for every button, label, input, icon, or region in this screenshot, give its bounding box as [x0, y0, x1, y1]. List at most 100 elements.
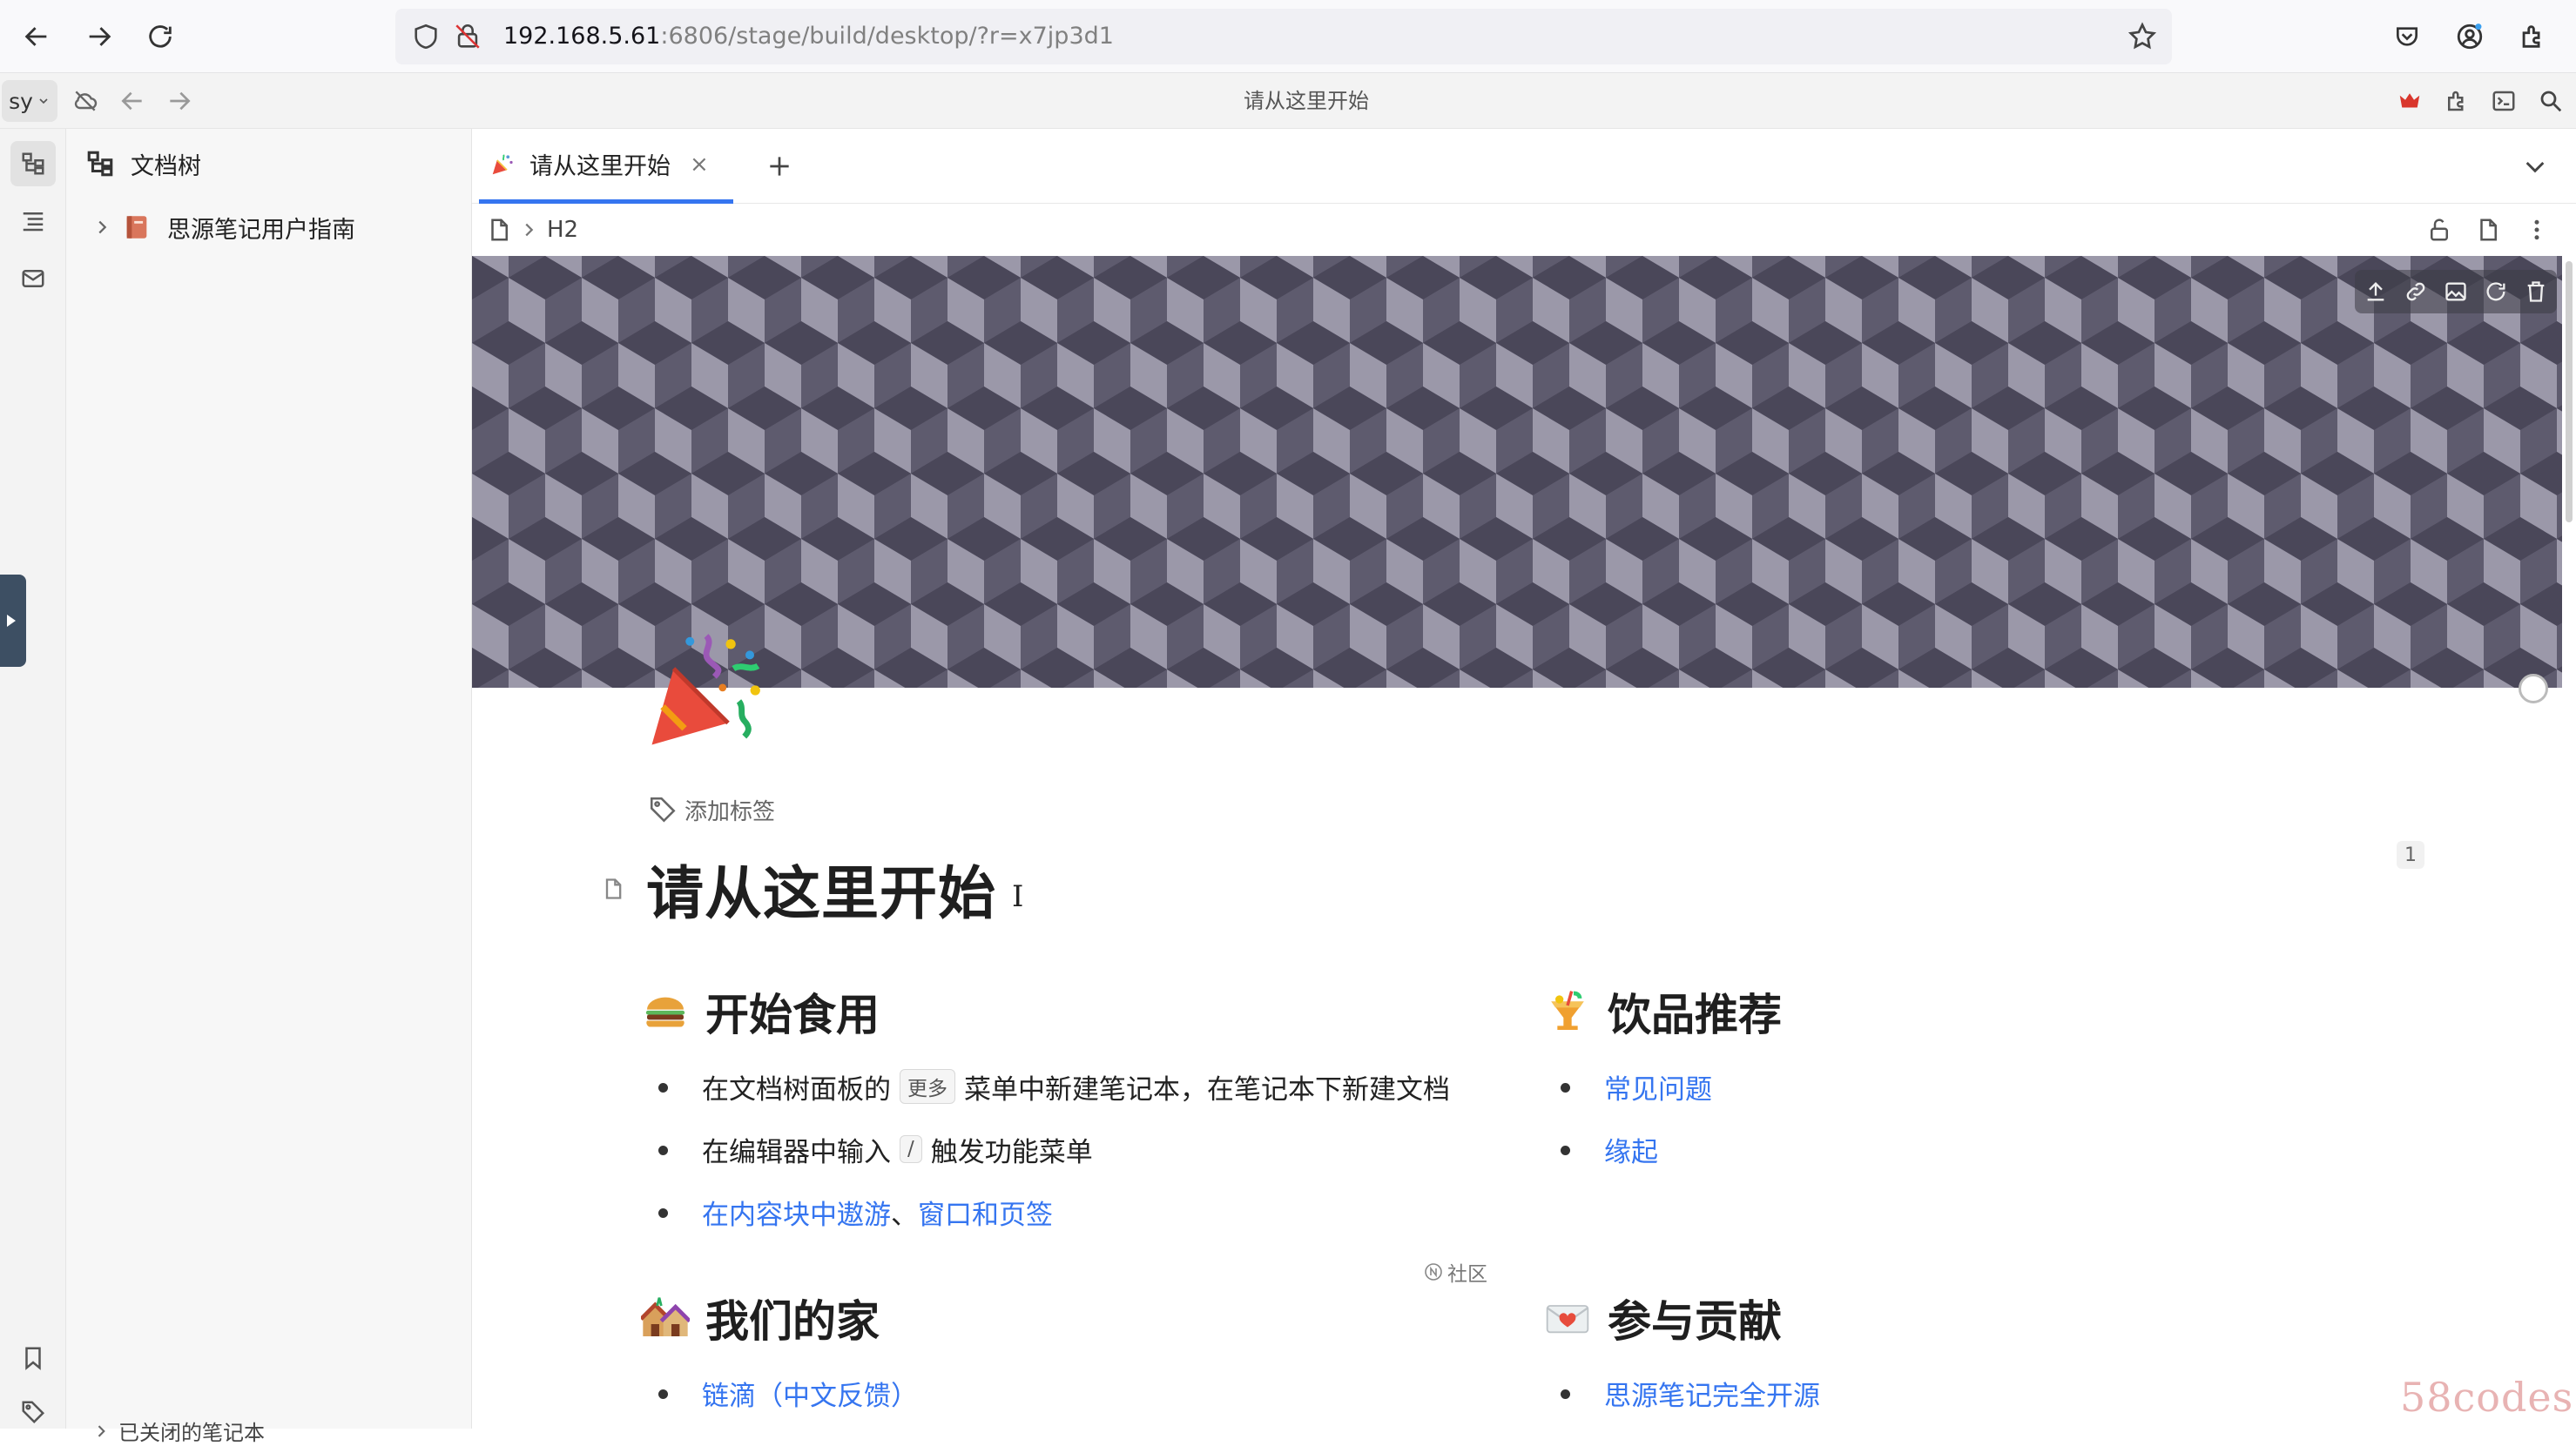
breadcrumb-current[interactable]: H2: [547, 217, 578, 243]
chevron-right-icon: [98, 1424, 105, 1437]
tab-start-here[interactable]: 请从这里开始 ×: [479, 129, 733, 204]
inbox-dock-icon[interactable]: [10, 256, 56, 301]
browser-toolbar: 192.168.5.61:6806/stage/build/desktop/?r…: [0, 0, 2576, 73]
forward-icon[interactable]: [80, 17, 118, 56]
section-start: 开始食用 在文档树面板的 更多 菜单中新建笔记本，在笔记本下新建文档 在编辑器中…: [641, 977, 1450, 1243]
party-popper-icon: [651, 634, 760, 745]
link-open-source[interactable]: 思源笔记完全开源: [1604, 1374, 1820, 1413]
unlock-icon[interactable]: [2426, 217, 2452, 243]
app-titlebar: sy 请从这里开始: [0, 73, 2576, 129]
heading-contribute[interactable]: 参与贡献: [1543, 1283, 1820, 1353]
scrollbar-thumb[interactable]: [2566, 261, 2573, 522]
address-bar[interactable]: 192.168.5.61:6806/stage/build/desktop/?r…: [395, 9, 2172, 64]
tag-icon: [650, 797, 676, 823]
sync-cloud-icon[interactable]: [71, 87, 99, 115]
doc-info-icon[interactable]: [2475, 217, 2501, 243]
shield-icon[interactable]: [411, 22, 441, 51]
doc-tree-dock-icon[interactable]: [10, 141, 56, 186]
doc-tree-header: 文档树: [85, 145, 201, 183]
breadcrumb: H2: [486, 211, 578, 249]
list-home: 链滴（中文反馈）: [641, 1362, 918, 1424]
link-icon[interactable]: [2404, 279, 2428, 304]
floating-panel-handle[interactable]: [0, 575, 26, 667]
url-text[interactable]: 192.168.5.61:6806/stage/build/desktop/?r…: [503, 9, 1114, 64]
list-item[interactable]: 在编辑器中输入 / 触发功能菜单: [641, 1118, 1450, 1180]
tab-list-chevron-icon[interactable]: [2513, 145, 2557, 188]
workspace-button[interactable]: sy: [2, 80, 57, 122]
houses-icon: [641, 1297, 690, 1336]
tag-dock-icon[interactable]: [10, 1389, 56, 1435]
notebook-item[interactable]: 思源笔记用户指南: [92, 207, 355, 247]
doc-title-row: 请从这里开始: [601, 850, 996, 928]
love-letter-icon: [1546, 1305, 1589, 1334]
list-contribute: 思源笔记完全开源: [1543, 1362, 1820, 1424]
community-icon: [1425, 1263, 1442, 1281]
section-home: 我们的家 链滴（中文反馈）: [641, 1283, 918, 1424]
insecure-lock-icon[interactable]: [453, 22, 482, 51]
image-icon[interactable]: [2444, 279, 2468, 304]
ibeam-cursor: I: [1012, 879, 1024, 914]
new-tab-plus-icon[interactable]: [758, 145, 801, 188]
history-forward-icon[interactable]: [165, 87, 193, 115]
kbd-more: 更多: [900, 1069, 955, 1104]
history-back-icon[interactable]: [118, 87, 146, 115]
breadcrumb-tools: [2426, 211, 2550, 249]
tab-close-icon[interactable]: ×: [690, 151, 709, 178]
account-icon[interactable]: [2451, 17, 2489, 56]
section-drinks: 饮品推荐 常见问题 缘起: [1543, 977, 1782, 1180]
notebook-icon: [126, 216, 147, 239]
trash-icon[interactable]: [2524, 279, 2548, 304]
list-item: 思源笔记完全开源: [1543, 1362, 1820, 1424]
link-windows-tabs[interactable]: 窗口和页签: [918, 1193, 1053, 1232]
list-start: 在文档树面板的 更多 菜单中新建笔记本，在笔记本下新建文档 在编辑器中输入 / …: [641, 1055, 1450, 1243]
cube-pattern: [472, 256, 2566, 688]
random-refresh-icon[interactable]: [2484, 279, 2508, 304]
upload-icon[interactable]: [2364, 279, 2388, 304]
community-badge[interactable]: 社区: [1423, 1257, 1487, 1287]
block-doc-icon[interactable]: [601, 877, 625, 901]
link-faq[interactable]: 常见问题: [1604, 1067, 1712, 1106]
hamburger-icon: [645, 997, 685, 1027]
closed-notebooks[interactable]: 已关闭的笔记本: [92, 1416, 265, 1446]
command-panel-icon[interactable]: [2491, 88, 2517, 114]
doc-tree-icon: [87, 151, 113, 177]
banner-resize-handle[interactable]: [2519, 674, 2548, 703]
bookmark-star-icon[interactable]: [2127, 21, 2158, 52]
pocket-icon[interactable]: [2388, 17, 2426, 56]
watermark: 58codes: [2400, 1374, 2574, 1421]
list-item[interactable]: 在文档树面板的 更多 菜单中新建笔记本，在笔记本下新建文档: [641, 1055, 1450, 1118]
list-drinks: 常见问题 缘起: [1543, 1055, 1782, 1180]
doc-emoji-icon[interactable]: [641, 625, 772, 756]
party-popper-icon: [492, 153, 513, 174]
back-icon[interactable]: [17, 17, 56, 56]
kbd-slash: /: [900, 1135, 922, 1163]
doc-tree-title: 文档树: [131, 152, 201, 180]
link-block-navigation[interactable]: 在内容块中遨游: [702, 1193, 891, 1232]
heading-drinks[interactable]: 饮品推荐: [1543, 977, 1782, 1046]
list-item: 在内容块中遨游 、 窗口和页签: [641, 1180, 1450, 1243]
heading-home[interactable]: 我们的家: [641, 1283, 918, 1353]
list-item: 缘起: [1543, 1118, 1782, 1180]
crown-icon[interactable]: [2397, 88, 2423, 114]
more-vertical-icon[interactable]: [2524, 217, 2550, 243]
section-contribute: 参与贡献 思源笔记完全开源: [1543, 1283, 1820, 1424]
backlink-count-badge[interactable]: 1: [2397, 841, 2424, 869]
extensions-icon[interactable]: [2513, 17, 2552, 56]
chevron-right-icon[interactable]: [92, 218, 111, 237]
play-icon: [7, 615, 16, 627]
doc-banner-image[interactable]: [472, 256, 2566, 688]
link-ld246[interactable]: 链滴（中文反馈）: [702, 1374, 918, 1413]
reload-icon[interactable]: [141, 17, 179, 56]
add-tag-button[interactable]: 添加标签: [648, 790, 775, 829]
doc-tree-panel: 文档树 思源笔记用户指南 已关闭的笔记本: [66, 129, 472, 1445]
tab-label: 请从这里开始: [529, 153, 671, 180]
heading-start[interactable]: 开始食用: [641, 977, 1450, 1046]
document-icon[interactable]: [486, 217, 512, 243]
bookmark-dock-icon[interactable]: [10, 1335, 56, 1381]
chevron-down-icon: [39, 98, 48, 104]
plugin-icon[interactable]: [2444, 88, 2470, 114]
link-origin[interactable]: 缘起: [1604, 1130, 1658, 1169]
outline-dock-icon[interactable]: [10, 198, 56, 244]
doc-title[interactable]: 请从这里开始: [646, 847, 996, 931]
search-icon[interactable]: [2538, 88, 2564, 114]
